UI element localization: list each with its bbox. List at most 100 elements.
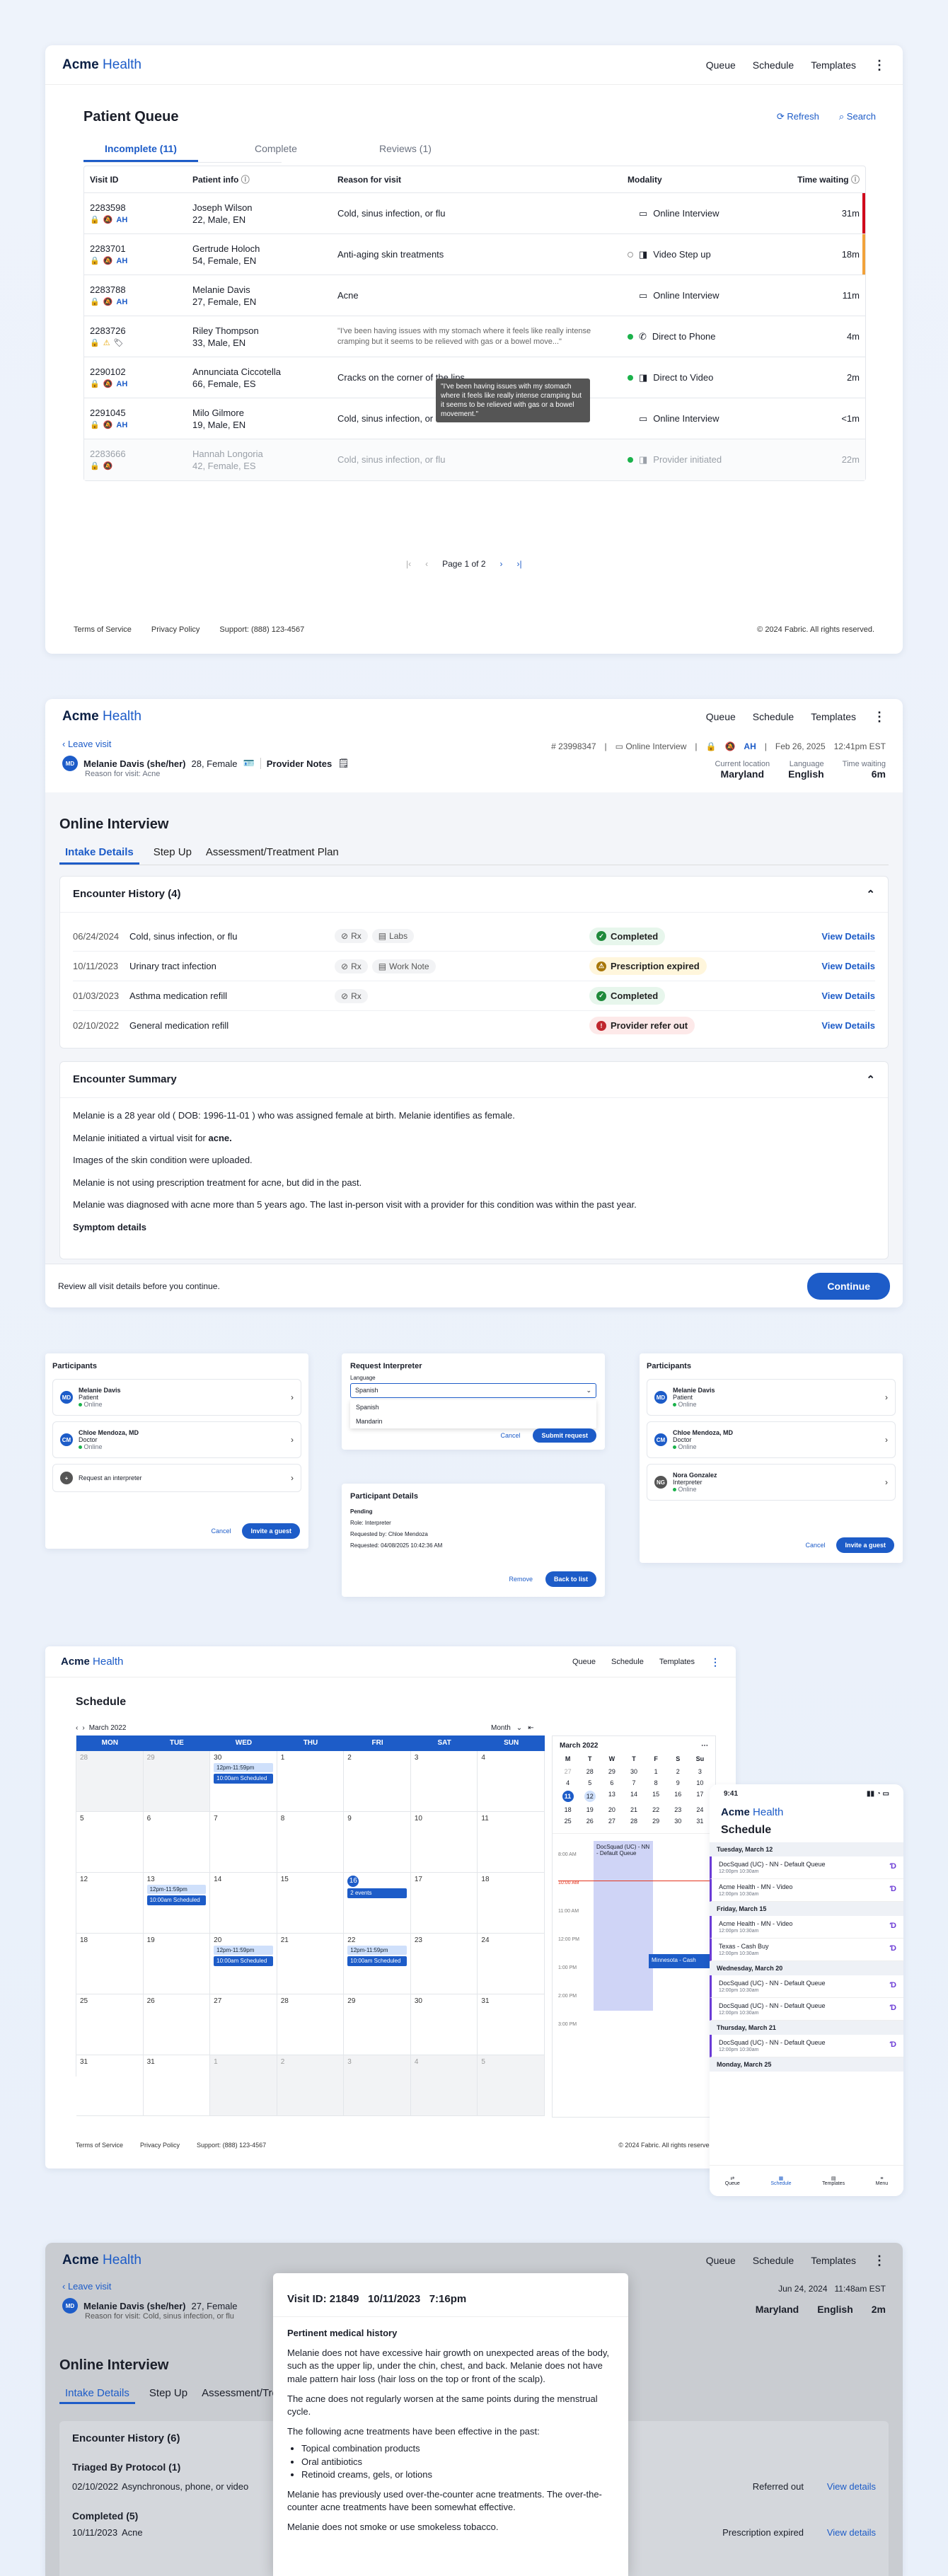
brand-logo[interactable]: Acme Health [61,1656,123,1668]
brand-logo[interactable]: Acme Health [62,57,141,73]
mini-day[interactable]: 31 [689,1818,711,1825]
table-row[interactable]: 2283726 🔒 ⚠ 🏷 Riley Thompson 33, Male, EN "I'v… [84,316,865,357]
view-select[interactable]: Month ⌄ ⇤ [491,1724,534,1732]
nav-templates[interactable]: Templates [659,1658,695,1666]
nav-schedule[interactable]: Schedule [753,59,794,71]
mini-day[interactable]: 3 [689,1768,711,1775]
calendar-day[interactable]: 20 12pm-11:59pm 10:00am Scheduled [210,1934,277,1994]
calendar-day[interactable]: 18 [76,1934,144,1994]
calendar-day[interactable]: 17 [410,1873,478,1934]
calendar-day[interactable]: 5 [76,1812,144,1873]
mini-day[interactable]: 20 [601,1806,623,1813]
calendar-event[interactable]: 10:00am Scheduled [214,1774,273,1784]
more-menu-icon[interactable]: ⋮ [873,59,886,71]
calendar-day[interactable]: 22 12pm-11:59pm 10:00am Scheduled [344,1934,411,1994]
calendar-day[interactable]: 28 [277,1994,345,2055]
tab-reviews[interactable]: Reviews (1) [379,137,432,160]
calendar-day[interactable]: 31 [478,1994,545,2055]
calendar-day[interactable]: 6 [143,1812,211,1873]
table-row[interactable]: 2283788 🔒 🔕 AH Melanie Davis 27, Female, EN Ac… [84,275,865,316]
calendar-day[interactable]: 14 [210,1873,277,1934]
search-button[interactable]: ⌕ Search [839,111,876,122]
calendar-day[interactable]: 3 [410,1751,478,1812]
calendar-day[interactable]: 19 [143,1934,211,1994]
tab-complete[interactable]: Complete [255,137,297,160]
brand-logo[interactable]: Acme Health [62,709,141,724]
calendar-day[interactable]: 4 [410,2055,478,2116]
mobile-schedule-item[interactable]: Acme Health - MN - Video 12:00pm 10:30am Ɗ [710,1879,903,1902]
mini-day[interactable]: 16 [667,1791,689,1802]
mobile-schedule-item[interactable]: Acme Health - MN - Video 12:00pm 10:30am Ɗ [710,1916,903,1939]
mini-day[interactable]: 4 [557,1779,579,1786]
tab-step-up[interactable]: Step Up [154,842,192,865]
mini-day[interactable]: 9 [667,1779,689,1786]
last-page-icon[interactable]: ›| [517,559,522,569]
nav-queue[interactable]: Queue [706,59,736,71]
calendar-day[interactable]: 11 [478,1812,545,1873]
nav-templates[interactable]: Templates [811,59,856,71]
prev-month-icon[interactable]: ‹ [76,1724,78,1732]
schedule-block[interactable]: DocSquad (UC) - NN - Default Queue [594,1841,653,2011]
calendar-day[interactable]: 7 [210,1812,277,1873]
calendar-day[interactable]: 18 [478,1873,545,1934]
calendar-day[interactable]: 3 [344,2055,411,2116]
refresh-button[interactable]: ⟳ Refresh [777,111,819,122]
mini-day[interactable]: 18 [557,1806,579,1813]
provider-notes-button[interactable]: Provider Notes [267,758,332,769]
mini-day[interactable]: 2 [667,1768,689,1775]
calendar-day[interactable]: 12 [76,1873,144,1934]
mobile-tab-menu[interactable]: ≡ Menu [876,2176,889,2186]
next-month-icon[interactable]: › [82,1724,84,1732]
next-page-icon[interactable]: › [500,559,503,569]
col-visit-id[interactable]: Visit ID [84,166,187,193]
participant-card[interactable]: CM Chloe Mendoza, MD Doctor Online › [647,1421,896,1458]
mini-day[interactable]: 27 [601,1818,623,1825]
participant-card[interactable]: NG Nora Gonzalez Interpreter Online › [647,1464,896,1501]
calendar-day[interactable]: 29 [143,1751,211,1812]
mini-day[interactable]: 12 [584,1791,596,1802]
mini-day[interactable]: 17 [689,1791,711,1802]
calendar-day[interactable]: 8 [277,1812,345,1873]
mini-day[interactable]: 27 [557,1768,579,1775]
calendar-event[interactable]: 12pm-11:59pm [214,1763,273,1772]
mobile-schedule-item[interactable]: DocSquad (UC) - NN - Default Queue 12:00p… [710,1975,903,1998]
mini-day[interactable]: 6 [601,1779,623,1786]
mini-day[interactable]: 25 [557,1818,579,1825]
mobile-schedule-item[interactable]: Texas - Cash Buy 12:00pm 10:30am Ɗ [710,1939,903,1961]
nav-templates[interactable]: Templates [811,711,856,722]
calendar-day[interactable]: 16 2 events [344,1873,411,1934]
participant-card[interactable]: CM Chloe Mendoza, MD Doctor Online › [52,1421,301,1458]
calendar-event[interactable]: 10:00am Scheduled [214,1956,273,1966]
calendar-day[interactable]: 25 [76,1994,144,2055]
calendar-event[interactable]: 10:00am Scheduled [146,1895,207,1905]
calendar-day[interactable]: 28 [76,1751,144,1812]
calendar-day[interactable]: 26 [143,1994,211,2055]
back-to-list-button[interactable]: Back to list [545,1571,596,1587]
tab-incomplete[interactable]: Incomplete (11) [83,137,198,162]
mini-day[interactable]: 14 [623,1791,644,1802]
calendar-day[interactable]: 2 [277,2055,345,2116]
nav-queue[interactable]: Queue [572,1658,596,1666]
request-interpreter-row[interactable]: + Request an interpreter › [52,1464,301,1492]
mobile-tab-queue[interactable]: ⇄ Queue [725,2176,740,2186]
prev-page-icon[interactable]: ‹ [425,559,428,569]
calendar-day[interactable]: 15 [277,1873,345,1934]
mini-day[interactable]: 24 [689,1806,711,1813]
language-option[interactable]: Mandarin [350,1414,596,1428]
continue-button[interactable]: Continue [807,1272,890,1300]
calendar-day[interactable]: 4 [478,1751,545,1812]
more-menu-icon[interactable]: ⋮ [710,1657,720,1667]
col-time-waiting[interactable]: Time waiting [797,175,848,185]
participant-card[interactable]: MD Melanie Davis Patient Online › [52,1379,301,1416]
tab-intake-details[interactable]: Intake Details [59,842,139,865]
mini-day[interactable]: 28 [623,1818,644,1825]
cancel-button[interactable]: Cancel [500,1432,520,1439]
mini-day[interactable]: 5 [579,1779,601,1786]
calendar-event[interactable]: 10:00am Scheduled [347,1956,407,1966]
mini-day[interactable]: 29 [601,1768,623,1775]
calendar-event[interactable]: 12pm-11:59pm [347,1946,407,1955]
calendar-day[interactable]: 13 12pm-11:59pm 10:00am Scheduled [143,1873,211,1934]
mini-day[interactable]: 21 [623,1806,644,1813]
schedule-block[interactable]: Minnesota - Cash [649,1954,710,1968]
calendar-day[interactable]: 21 [277,1934,345,1994]
